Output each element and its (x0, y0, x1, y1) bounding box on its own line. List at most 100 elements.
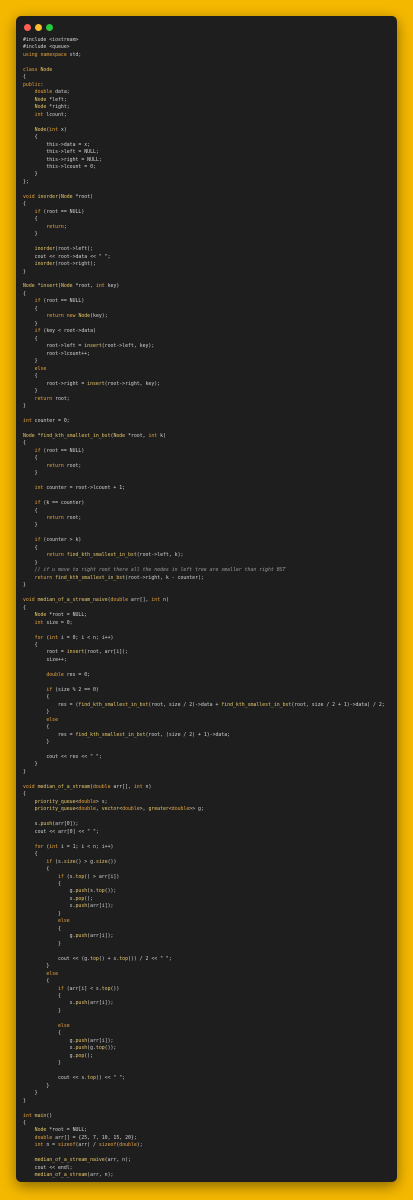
code-token: counter = 0; (31, 417, 70, 424)
close-button[interactable] (24, 24, 31, 31)
code-token: return (34, 574, 53, 581)
code-token: size = 0; (43, 619, 73, 626)
code-line: if (s.size() > g.size()) (23, 859, 385, 866)
code-line: } (23, 1060, 385, 1067)
code-token: top (101, 985, 111, 992)
code-line: cout << s.top() << " "; (23, 1075, 385, 1082)
code-token: >> g; (189, 806, 204, 813)
code-token: { (23, 978, 50, 985)
code-token: { (23, 290, 26, 297)
code-token: key) (104, 283, 120, 290)
code-token: { (23, 305, 38, 312)
code-line: } (23, 911, 385, 918)
code-line: int size = 0; (23, 620, 385, 627)
code-line: { (23, 455, 385, 462)
code-token: s. (23, 1000, 76, 1007)
code-block: #include <iostream> #include <queue> using… (23, 37, 385, 1182)
minimize-button[interactable] (35, 24, 42, 31)
code-line: { (23, 440, 385, 447)
code-token: int (23, 1112, 32, 1119)
code-token: double (46, 671, 64, 678)
code-token: root = (23, 649, 67, 656)
code-token: Node (34, 612, 47, 619)
code-token: { (23, 641, 38, 648)
code-line: } (23, 388, 385, 395)
code-token: vector (101, 806, 120, 813)
code-token: pop (75, 1052, 85, 1059)
code-token: using namespace (23, 51, 67, 58)
code-line: { (23, 216, 385, 223)
code-line: int n = sizeof(arr) / sizeof(double); (23, 1142, 385, 1149)
code-line: { (23, 306, 385, 313)
code-token: int (151, 597, 161, 604)
code-token: (root == NULL) (40, 298, 85, 305)
code-token: ()) (110, 985, 120, 992)
code-line: g.pop(); (23, 1053, 385, 1060)
code-token: this->right = NULL; (23, 156, 102, 163)
code-token: (g. (87, 1045, 96, 1052)
code-line: class Node (23, 67, 385, 74)
code-line: res = find_kth_smallest_in_bst(root, (si… (23, 732, 385, 739)
code-line: double arr[] = {25, 7, 10, 15, 20}; (23, 1135, 385, 1142)
code-token: arr[], (128, 597, 152, 604)
code-token: median_of_a_stream_naive (34, 1157, 105, 1164)
code-token: (key); (90, 313, 108, 320)
code-token: } (23, 1082, 50, 1089)
code-line: } (23, 231, 385, 238)
code-token: cout << root->data << " "; (23, 253, 111, 260)
code-line: }; (23, 179, 385, 186)
code-token: double (122, 806, 140, 813)
code-line: int main() (23, 1113, 385, 1120)
code-token: { (23, 201, 26, 208)
code-token: : (40, 81, 44, 88)
code-token: (arr[i]); (87, 903, 114, 910)
code-token: return (46, 462, 64, 469)
code-token: (root, (size / 2) + 1)->data; (145, 731, 231, 738)
code-line: else (23, 971, 385, 978)
code-line: else (23, 366, 385, 373)
code-token: n = (43, 1142, 59, 1149)
code-line: if (root == NULL) (23, 448, 385, 455)
code-line: if (arr[i] < s.top()) (23, 986, 385, 993)
code-token: (arr[i]); (87, 1000, 114, 1007)
code-token: push (75, 888, 88, 895)
code-token: double (110, 597, 129, 604)
code-token: i = 0; i < n; i++) (58, 634, 114, 641)
code-token: *root = NULL; (46, 1127, 88, 1134)
code-line: Node *left; (23, 97, 385, 104)
code-line: } (23, 269, 385, 276)
code-line: this->right = NULL; (23, 157, 385, 164)
code-line: cout << endl; (23, 1165, 385, 1172)
code-token: sizeof (58, 1142, 76, 1149)
window-titlebar (16, 16, 397, 38)
code-token: } (23, 910, 61, 917)
code-token: size++; (23, 656, 67, 663)
code-token: int (49, 634, 59, 641)
code-token: std; (66, 51, 82, 58)
code-line: void inorder(Node *root) (23, 194, 385, 201)
code-token: root; (63, 462, 82, 469)
code-line: s.pop(); (23, 896, 385, 903)
code-token: } (23, 522, 38, 529)
maximize-button[interactable] (46, 24, 53, 31)
code-token: push (75, 1037, 88, 1044)
code-token: median_of_a_stream_naive (37, 597, 108, 604)
code-token: ); (136, 1142, 143, 1149)
code-line: return find_kth_smallest_in_bst(root->ri… (23, 575, 385, 582)
code-token: i = 1; i < n; i++) (58, 843, 114, 850)
code-token: void (23, 597, 35, 604)
